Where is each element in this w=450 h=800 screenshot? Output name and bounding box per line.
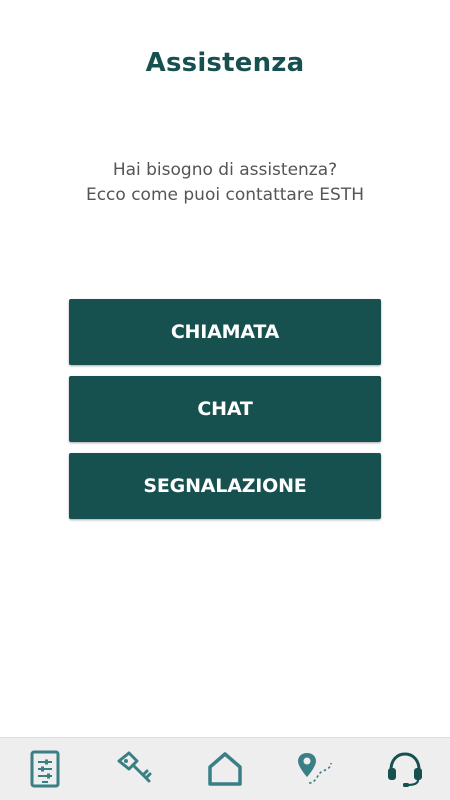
device-settings-icon [30, 750, 60, 788]
tab-device-settings[interactable] [15, 739, 75, 799]
page-title: Assistenza [145, 48, 305, 78]
chat-button[interactable]: CHAT [69, 376, 381, 442]
headset-icon [388, 752, 422, 787]
report-button[interactable]: SEGNALAZIONE [69, 453, 381, 519]
call-button[interactable]: CHIAMATA [69, 299, 381, 365]
home-icon [208, 752, 242, 786]
tab-keys[interactable] [105, 739, 165, 799]
intro-text: Hai bisogno di assistenza? Ecco come puo… [0, 158, 450, 208]
bottom-tab-bar [0, 737, 450, 800]
key-icon [117, 751, 152, 783]
tab-support[interactable] [375, 739, 435, 799]
tab-location[interactable] [285, 739, 345, 799]
intro-line-1: Hai bisogno di assistenza? [112, 160, 338, 180]
intro-line-2: Ecco come puoi contattare ESTH [85, 185, 365, 205]
tab-home[interactable] [195, 739, 255, 799]
location-route-icon [298, 753, 332, 784]
